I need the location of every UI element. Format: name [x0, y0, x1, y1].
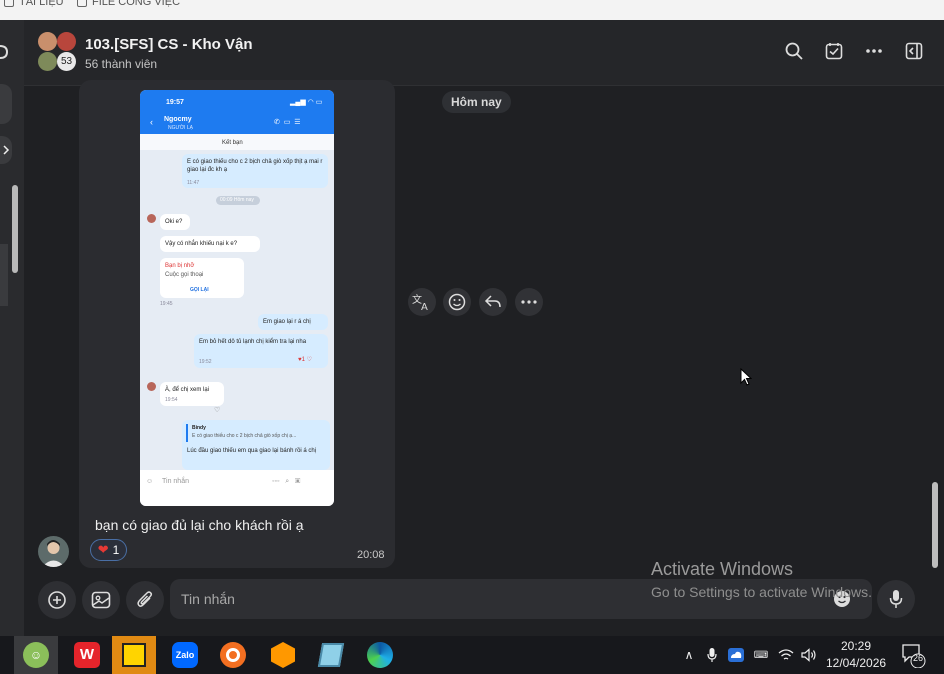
volume-icon[interactable]: [799, 640, 819, 670]
chat-header: [24, 20, 944, 86]
phone-message: À, để chị xem lại 19:54: [160, 382, 224, 406]
heart-outline-icon: ♡: [214, 407, 221, 414]
contact-avatar: [147, 214, 156, 223]
message-text: bạn có giao đủ lại cho khách rồi ạ: [95, 517, 304, 533]
day-separator: Hôm nay: [442, 91, 511, 113]
phone-quoted-message: Bindy E có giao thiếu cho c 2 bịch chả g…: [182, 420, 330, 470]
activation-watermark-sub: Go to Settings to activate Windows.: [651, 584, 872, 600]
image-attachment[interactable]: 19:57 ▂▄▆ ◠ ▭ ‹ Ngocmy NGƯỜI LẠ ✆ ▭ ☰ Kế…: [140, 90, 334, 506]
sublime-icon[interactable]: [261, 636, 305, 674]
folder-icon: [77, 0, 87, 7]
sidebar-pill[interactable]: [0, 84, 12, 124]
missed-call-card: Bạn bị nhỡ Cuộc gọi thoại GỌI LẠI: [160, 258, 244, 298]
phone-message: Vậy có nhắn khiếu nại k e?: [160, 236, 260, 252]
member-avatar: [38, 52, 57, 71]
add-button[interactable]: [38, 581, 76, 619]
search-icon[interactable]: [783, 40, 805, 62]
more-icon[interactable]: [863, 40, 885, 62]
app-icon[interactable]: ☺: [14, 636, 58, 674]
call-icons: ✆ ▭ ☰: [274, 119, 301, 126]
reaction-badge[interactable]: ❤ 1: [90, 539, 127, 561]
system-clock[interactable]: 20:29 12/04/2026: [826, 638, 886, 672]
back-icon: ‹: [150, 117, 153, 127]
bookmark-item[interactable]: FILE CÔNG VIỆC: [77, 0, 180, 8]
svg-text:A: A: [421, 302, 428, 311]
bookmark-item[interactable]: TÀI LIỆU: [4, 0, 64, 8]
notification-count: 26: [912, 653, 923, 663]
group-title[interactable]: 103.[SFS] CS - Kho Vận: [85, 36, 253, 53]
chevron-up-icon[interactable]: ∧: [679, 640, 699, 670]
language-icon[interactable]: ⌨: [751, 640, 771, 670]
sender-avatar[interactable]: [38, 536, 69, 567]
member-avatar: [38, 32, 57, 51]
bookmark-bar: TÀI LIỆU FILE CÔNG VIỆC: [0, 0, 944, 20]
emoji-icon[interactable]: [443, 288, 471, 316]
edge-icon[interactable]: [358, 636, 402, 674]
phone-input-bar: ☺ Tin nhắn ◦◦◦ ⌕ ▣: [140, 470, 334, 506]
translate-icon[interactable]: 文A: [408, 288, 436, 316]
browser-icon[interactable]: [211, 636, 255, 674]
folder-icon: [4, 0, 14, 7]
tasks-icon[interactable]: [823, 40, 845, 62]
sidebar-pill: [0, 244, 8, 306]
notepad-icon[interactable]: [309, 636, 353, 674]
onedrive-icon[interactable]: [726, 640, 746, 670]
member-count[interactable]: 56 thành viên: [85, 57, 157, 71]
contact-avatar: [147, 382, 156, 391]
phone-message: Em giao lại r á chị: [258, 314, 328, 330]
reply-icon[interactable]: [479, 288, 507, 316]
sidebar-scrollbar[interactable]: [12, 185, 18, 273]
mouse-cursor-icon: [740, 368, 752, 386]
chevron-right-icon: [3, 145, 10, 155]
wifi-icon[interactable]: [776, 640, 796, 670]
emoji-icon: ☺: [146, 478, 154, 485]
sidebar-edge-icon[interactable]: [0, 40, 10, 64]
microphone-icon[interactable]: [877, 580, 915, 618]
microphone-tray-icon[interactable]: [703, 640, 721, 670]
chat-scrollbar[interactable]: [932, 482, 938, 568]
phone-message: E có giao thiếu cho c 2 bịch chả giò xốp…: [182, 154, 328, 188]
more-icon[interactable]: [515, 288, 543, 316]
phone-message: Oki e?: [160, 214, 190, 230]
activation-watermark: Activate Windows: [651, 559, 794, 579]
status-icons: ▂▄▆ ◠ ▭: [290, 99, 323, 106]
zalo-icon[interactable]: Zalo: [163, 636, 207, 674]
message-time: 20:08: [357, 549, 385, 561]
heart-icon: ❤: [97, 542, 109, 557]
phone-message: Em bỏ hết dô tủ lạnh chị kiểm tra lại nh…: [194, 334, 328, 368]
attachment-icon[interactable]: [126, 581, 164, 619]
wps-icon[interactable]: W: [65, 636, 109, 674]
image-icon[interactable]: [82, 581, 120, 619]
side-panel-icon[interactable]: [903, 40, 925, 62]
sticky-notes-icon[interactable]: [112, 636, 156, 674]
member-avatar: [57, 32, 76, 51]
member-count-badge: 53: [57, 52, 76, 71]
